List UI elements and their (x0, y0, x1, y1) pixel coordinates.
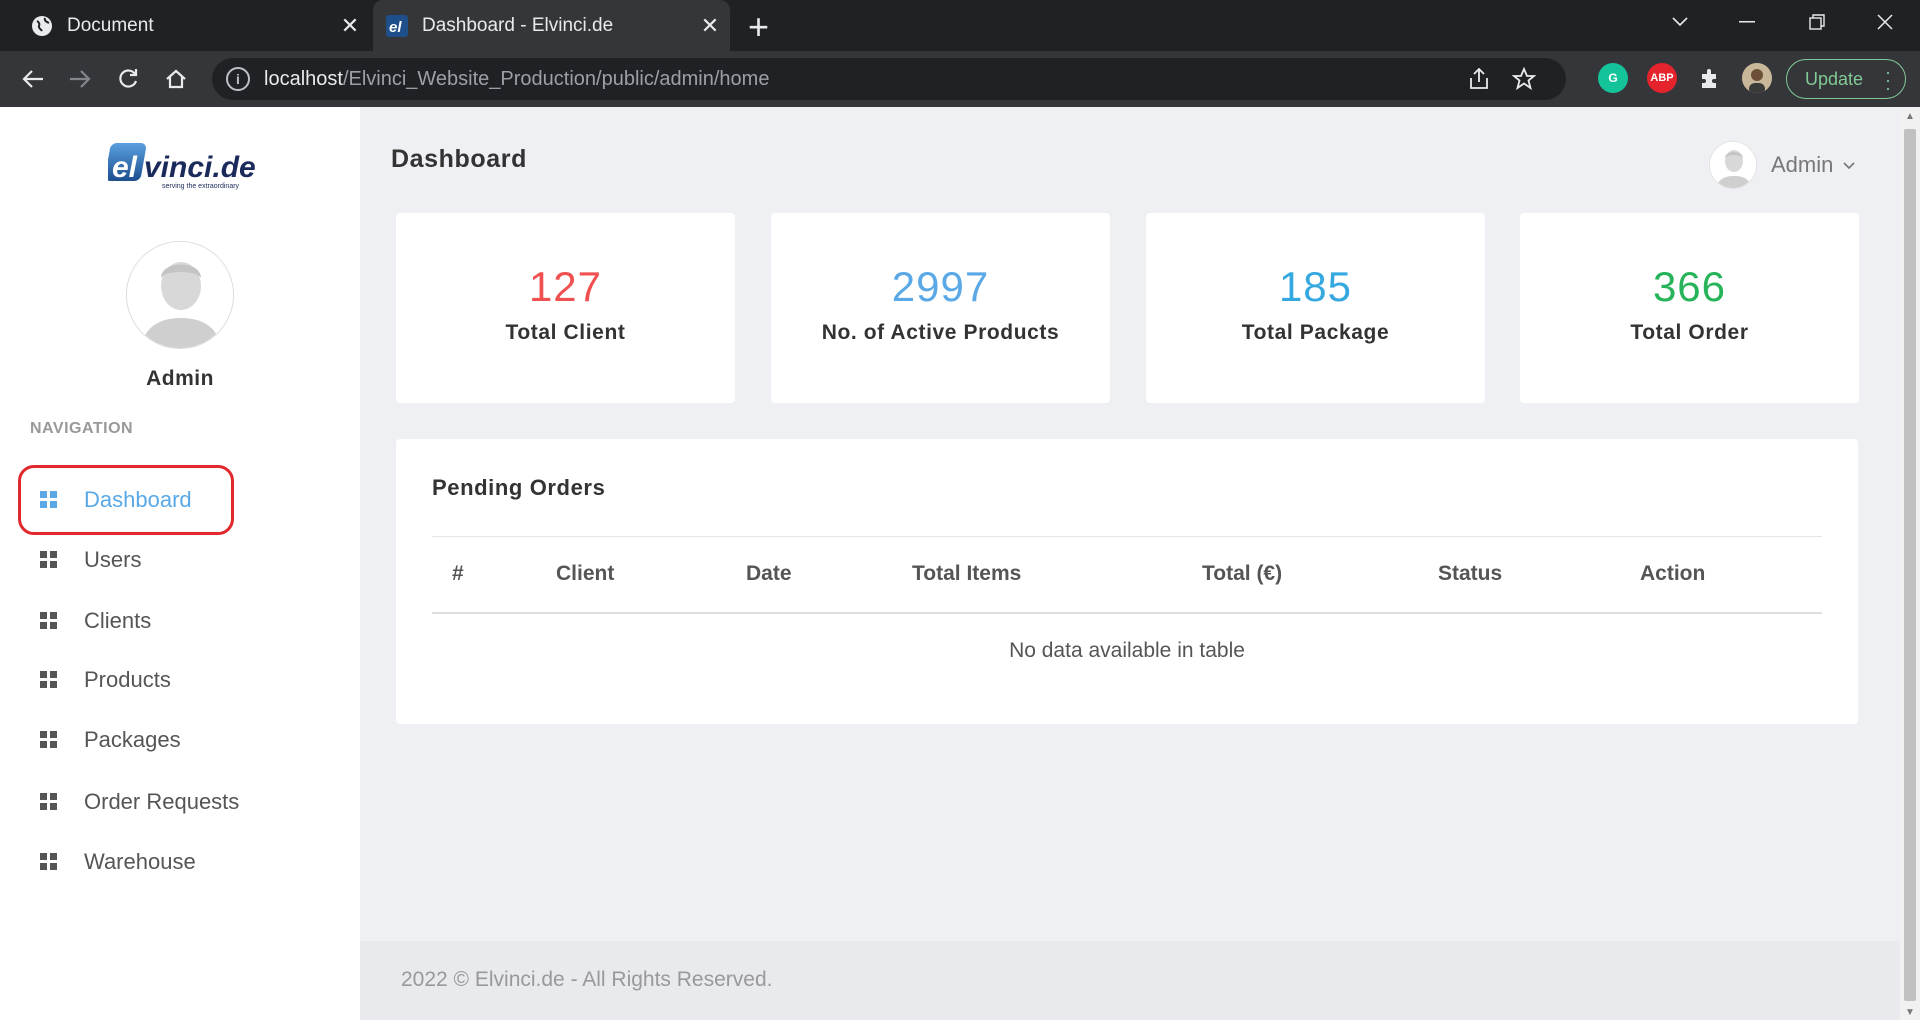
svg-text:el: el (389, 19, 402, 36)
scroll-down-icon[interactable]: ▼ (1905, 1007, 1915, 1018)
dashboard-icon (40, 853, 58, 871)
stat-value: 2997 (891, 263, 990, 310)
empty-table-message: No data available in table (1009, 639, 1245, 662)
dashboard-icon (40, 793, 58, 811)
stat-label: Total Client (505, 321, 626, 344)
stat-value: 127 (528, 263, 603, 310)
update-label: Update (1805, 68, 1864, 89)
adblock-plus-icon[interactable]: ABP (1647, 63, 1677, 93)
sidebar: el vinci.de serving the extraordinary Ad… (0, 107, 360, 1020)
elvinci-logo[interactable]: el vinci.de serving the extraordinary (105, 137, 258, 197)
avatar (126, 241, 234, 349)
reload-icon[interactable] (113, 64, 143, 94)
sidebar-item-label: Users (84, 547, 142, 572)
column-header-number[interactable]: # (432, 536, 556, 614)
tab-title: Dashboard - Elvinci.de (422, 14, 614, 36)
url-text: localhost/Elvinci_Website_Production/pub… (264, 67, 770, 90)
page-title: Dashboard (391, 145, 527, 173)
nav-heading: NAVIGATION (30, 420, 134, 437)
elvinci-favicon-icon: el (385, 14, 409, 38)
sidebar-item-label: Warehouse (84, 849, 196, 874)
stat-label: Total Package (1241, 321, 1390, 344)
kebab-menu-icon[interactable]: · · · (1885, 63, 1891, 97)
profile-avatar[interactable] (1742, 63, 1772, 93)
tab-document[interactable]: Document ✕ (0, 0, 370, 51)
sidebar-item-label: Dashboard (84, 487, 192, 512)
close-icon[interactable]: ✕ (690, 13, 730, 39)
svg-text:vinci.de: vinci.de (144, 151, 256, 184)
admin-page: el vinci.de serving the extraordinary Ad… (0, 107, 1900, 1020)
dashboard-icon (40, 612, 58, 630)
column-header-total-items[interactable]: Total Items (912, 536, 1202, 614)
pending-orders-table: # Client Date Total Items Total (€) Stat… (432, 536, 1822, 689)
stat-label: Total Order (1630, 321, 1749, 344)
column-header-date[interactable]: Date (746, 536, 912, 614)
stat-card-active-products: 2997 No. of Active Products (771, 213, 1110, 403)
column-header-action[interactable]: Action (1640, 536, 1822, 614)
address-bar[interactable]: i localhost/Elvinci_Website_Production/p… (212, 58, 1566, 100)
footer-copyright: 2022 © Elvinci.de - All Rights Reserved. (401, 968, 773, 991)
grammarly-icon[interactable]: G (1598, 63, 1628, 93)
sidebar-user-name: Admin (146, 367, 214, 390)
scrollbar-thumb[interactable] (1904, 129, 1916, 1001)
bookmark-star-icon[interactable] (1511, 66, 1537, 96)
stat-card-total-order: 366 Total Order (1520, 213, 1859, 403)
new-tab-button[interactable]: + (748, 6, 769, 48)
puzzle-icon[interactable] (1695, 63, 1725, 93)
sidebar-item-products[interactable]: Products (40, 660, 320, 700)
sidebar-item-packages[interactable]: Packages (40, 720, 320, 760)
sidebar-item-label: Order Requests (84, 789, 240, 814)
stat-card-total-package: 185 Total Package (1146, 213, 1485, 403)
dashboard-icon (40, 671, 58, 689)
footer: 2022 © Elvinci.de - All Rights Reserved. (360, 941, 1900, 1020)
share-icon[interactable] (1468, 67, 1490, 95)
stat-card-total-client: 127 Total Client (396, 213, 735, 403)
site-info-icon[interactable]: i (226, 67, 250, 91)
table-row: No data available in table (432, 613, 1822, 689)
tab-title: Document (67, 14, 154, 36)
column-header-total[interactable]: Total (€) (1202, 536, 1438, 614)
window-close-icon[interactable] (1850, 0, 1920, 44)
sidebar-item-order-requests[interactable]: Order Requests (40, 782, 320, 822)
stat-label: No. of Active Products (821, 321, 1060, 344)
pending-orders-panel: Pending Orders # Client Date Total Items… (396, 439, 1858, 724)
minimize-icon[interactable] (1712, 0, 1782, 44)
column-header-status[interactable]: Status (1438, 536, 1640, 614)
sidebar-item-label: Packages (84, 727, 181, 752)
browser-tab-strip: Document ✕ el Dashboard - Elvinci.de ✕ + (0, 0, 1920, 51)
dashboard-icon (40, 731, 58, 749)
sidebar-item-label: Products (84, 667, 171, 692)
sidebar-item-dashboard[interactable]: Dashboard (40, 480, 320, 520)
svg-text:el: el (112, 151, 138, 184)
sidebar-item-warehouse[interactable]: Warehouse (40, 842, 320, 882)
dashboard-icon (40, 551, 58, 569)
avatar (1709, 141, 1757, 189)
user-name: Admin (1771, 152, 1834, 177)
user-menu[interactable]: Admin (1709, 140, 1855, 190)
browser-toolbar: i localhost/Elvinci_Website_Production/p… (0, 51, 1920, 107)
tab-dashboard[interactable]: el Dashboard - Elvinci.de ✕ (373, 0, 730, 51)
back-icon[interactable] (18, 64, 48, 94)
table-header-row: # Client Date Total Items Total (€) Stat… (432, 536, 1822, 614)
forward-icon[interactable] (65, 64, 95, 94)
scroll-up-icon[interactable]: ▲ (1905, 111, 1915, 122)
tab-search-icon[interactable] (1645, 0, 1715, 44)
chevron-down-icon (1843, 157, 1855, 173)
stat-value: 185 (1278, 263, 1353, 310)
svg-text:serving the extraordinary: serving the extraordinary (162, 183, 240, 190)
column-header-client[interactable]: Client (556, 536, 746, 614)
page-scrollbar[interactable]: ▲ ▼ (1900, 107, 1920, 1020)
sidebar-item-label: Clients (84, 608, 152, 633)
panel-title: Pending Orders (432, 475, 606, 500)
stat-value: 366 (1652, 263, 1727, 310)
sidebar-item-clients[interactable]: Clients (40, 601, 320, 641)
dashboard-icon (40, 491, 58, 509)
update-button[interactable]: Update · · · (1786, 59, 1906, 99)
restore-icon[interactable] (1782, 0, 1852, 44)
globe-icon (30, 14, 54, 38)
close-icon[interactable]: ✕ (330, 13, 370, 39)
home-icon[interactable] (161, 64, 191, 94)
sidebar-item-users[interactable]: Users (40, 540, 320, 580)
